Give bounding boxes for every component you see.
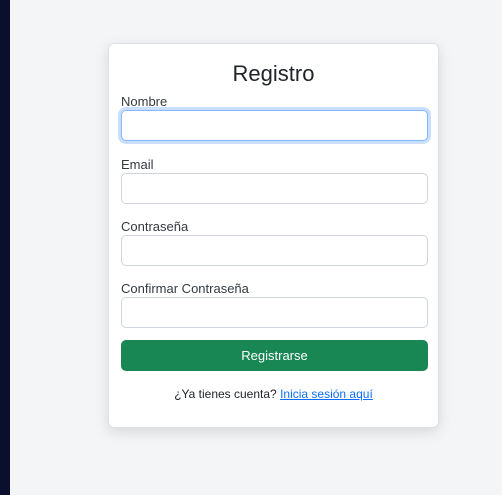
page-viewport: Registro Nombre Email Contraseña Confirm… (10, 0, 502, 495)
login-link[interactable]: Inicia sesión aquí (280, 387, 373, 401)
nombre-label: Nombre (121, 94, 168, 109)
login-prompt: ¿Ya tienes cuenta? Inicia sesión aquí (109, 387, 438, 401)
email-label: Email (121, 157, 154, 172)
nombre-input[interactable] (121, 110, 428, 141)
confirm-password-label: Confirmar Contraseña (121, 281, 249, 296)
login-prompt-text: ¿Ya tienes cuenta? (174, 387, 277, 401)
password-input[interactable] (121, 235, 428, 266)
email-input[interactable] (121, 173, 428, 204)
registration-card: Registro Nombre Email Contraseña Confirm… (108, 43, 439, 428)
form-title: Registro (232, 61, 315, 86)
password-label: Contraseña (121, 219, 189, 234)
confirm-password-input[interactable] (121, 297, 428, 328)
register-button[interactable]: Registrarse (121, 340, 428, 371)
